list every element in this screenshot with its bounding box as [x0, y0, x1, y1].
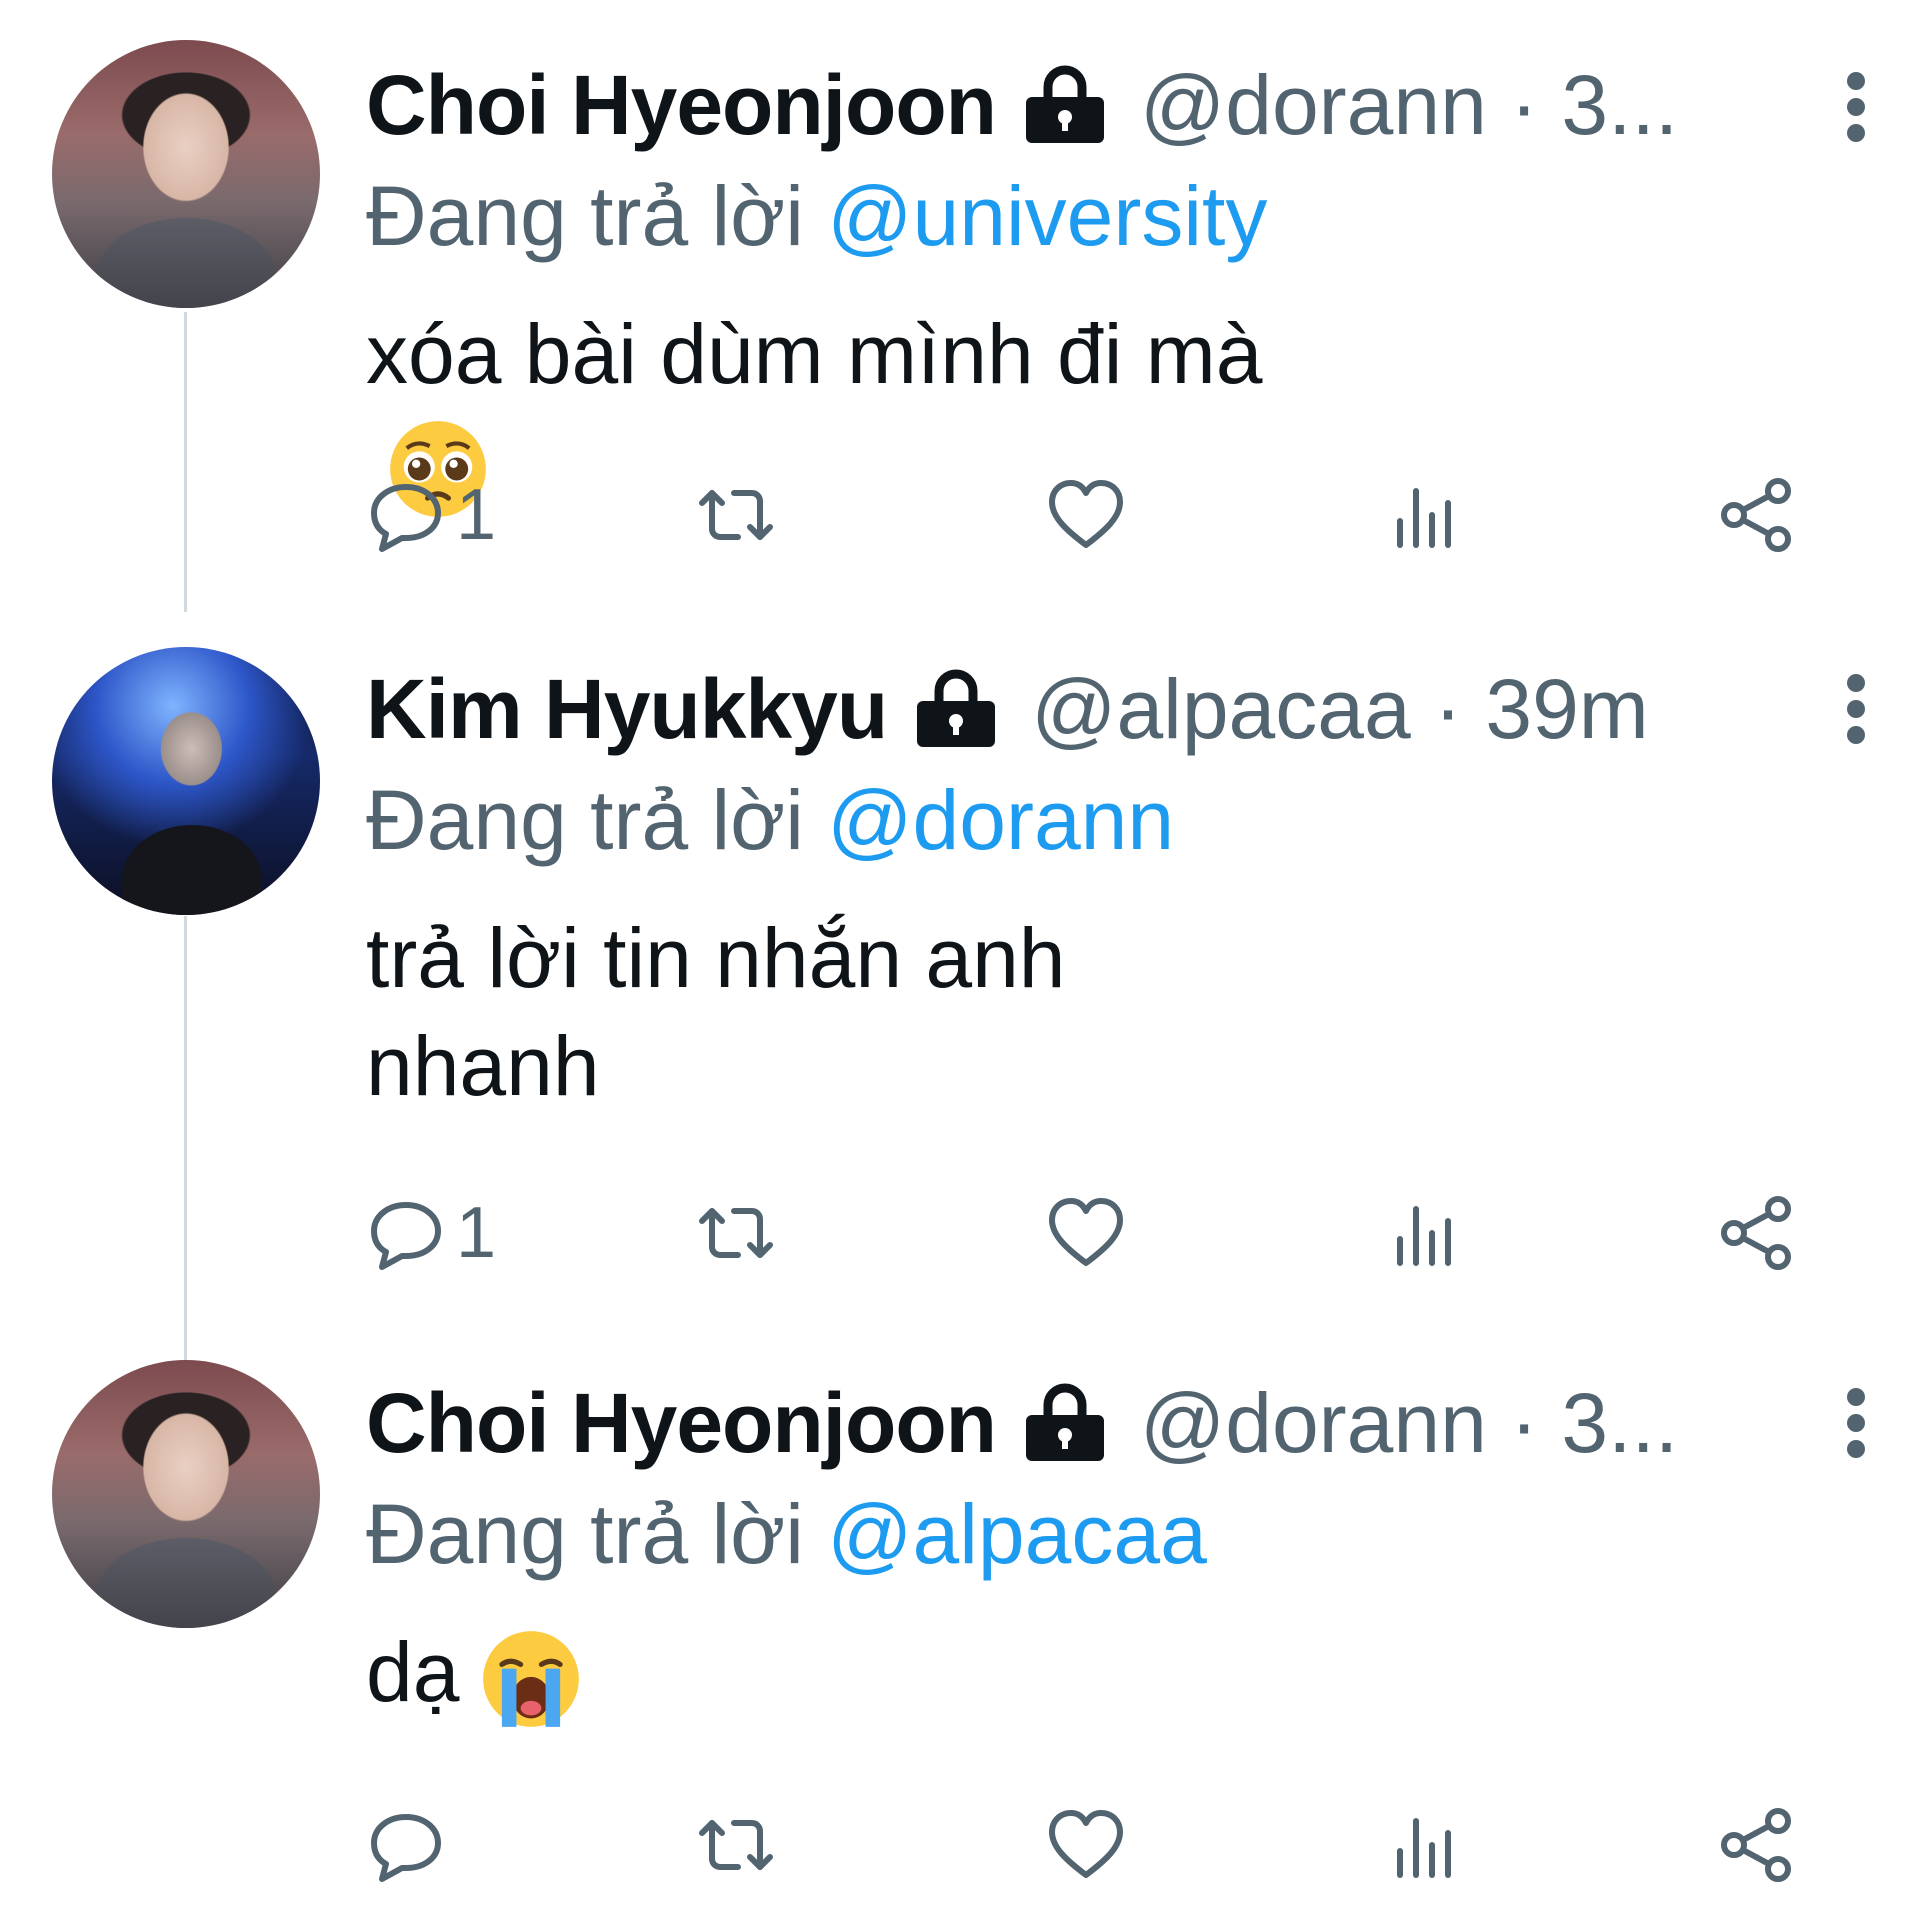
- avatar[interactable]: [52, 647, 320, 915]
- author-handle[interactable]: @dorann · 3...: [1140, 1375, 1678, 1472]
- reply-mention[interactable]: @dorann: [827, 773, 1174, 867]
- retweet-button[interactable]: [696, 470, 776, 560]
- author-handle[interactable]: @dorann · 3...: [1140, 57, 1678, 154]
- replying-to: Đang trả lời @alpacaa: [366, 1486, 1207, 1583]
- share-button[interactable]: [1716, 1188, 1796, 1278]
- tweet-text-line: nhanh: [366, 1019, 600, 1113]
- tweet-text-line: trả lời tin nhắn anh: [366, 911, 1066, 1005]
- more-icon[interactable]: [1844, 1388, 1868, 1458]
- avatar[interactable]: [52, 1360, 320, 1628]
- like-icon: [1049, 480, 1123, 548]
- like-icon: [1049, 1198, 1123, 1266]
- tweet-text: dạ: [366, 1618, 1266, 1731]
- tweet[interactable]: Choi Hyeonjoon @dorann · 3... Đang trả l…: [0, 0, 1920, 620]
- reply-count: 1: [456, 1193, 497, 1273]
- reply-prefix: Đang trả lời: [366, 1487, 804, 1581]
- reply-button[interactable]: 1: [366, 470, 496, 560]
- replying-to: Đang trả lời @university: [366, 168, 1267, 265]
- views-button[interactable]: [1386, 1188, 1466, 1278]
- retweet-button[interactable]: [696, 1188, 776, 1278]
- author-name[interactable]: Choi Hyeonjoon: [366, 1375, 997, 1472]
- tweet[interactable]: Kim Hyukkyu @alpacaa · 39m Đang trả lời …: [0, 612, 1920, 1312]
- like-button[interactable]: [1046, 470, 1126, 560]
- loudly-crying-face-emoji: [483, 1630, 580, 1727]
- share-icon: [1721, 478, 1791, 552]
- share-icon: [1721, 1808, 1791, 1882]
- reply-prefix: Đang trả lời: [366, 773, 804, 867]
- reply-prefix: Đang trả lời: [366, 169, 804, 263]
- like-button[interactable]: [1046, 1188, 1126, 1278]
- tweet-text-line: dạ: [366, 1625, 460, 1719]
- more-icon[interactable]: [1844, 72, 1868, 142]
- lock-icon: [1025, 65, 1104, 143]
- tweet-text-line: xóa bài dùm mình đi mà: [366, 307, 1263, 401]
- lock-icon: [917, 669, 996, 747]
- share-button[interactable]: [1716, 470, 1796, 560]
- views-icon: [1397, 1818, 1451, 1878]
- lock-icon: [1025, 1383, 1104, 1461]
- reply-icon: [371, 1814, 441, 1882]
- retweet-icon: [699, 490, 773, 540]
- retweet-icon: [699, 1820, 773, 1870]
- retweet-button[interactable]: [696, 1800, 776, 1890]
- tweet-thread: Choi Hyeonjoon @dorann · 3... Đang trả l…: [0, 0, 1920, 1920]
- more-icon[interactable]: [1844, 674, 1868, 744]
- tweet-text: trả lời tin nhắn anh nhanh: [366, 904, 1266, 1120]
- author-name[interactable]: Choi Hyeonjoon: [366, 57, 997, 154]
- views-button[interactable]: [1386, 470, 1466, 560]
- like-icon: [1049, 1810, 1123, 1878]
- share-button[interactable]: [1716, 1800, 1796, 1890]
- avatar[interactable]: [52, 40, 320, 308]
- reply-icon: [371, 1202, 441, 1270]
- share-icon: [1721, 1196, 1791, 1270]
- views-button[interactable]: [1386, 1800, 1466, 1890]
- views-icon: [1397, 1206, 1451, 1266]
- like-button[interactable]: [1046, 1800, 1126, 1890]
- retweet-icon: [699, 1208, 773, 1258]
- reply-mention[interactable]: @alpacaa: [827, 1487, 1207, 1581]
- reply-icon: [371, 484, 441, 552]
- author-name[interactable]: Kim Hyukkyu: [366, 661, 888, 758]
- reply-count: 1: [456, 475, 497, 555]
- reply-button[interactable]: 1: [366, 1188, 496, 1278]
- author-handle[interactable]: @alpacaa · 39m: [1031, 661, 1649, 758]
- tweet[interactable]: Choi Hyeonjoon @dorann · 3... Đang trả l…: [0, 1330, 1920, 1920]
- reply-mention[interactable]: @university: [827, 169, 1267, 263]
- reply-button[interactable]: [366, 1800, 456, 1890]
- replying-to: Đang trả lời @dorann: [366, 772, 1174, 869]
- views-icon: [1397, 488, 1451, 548]
